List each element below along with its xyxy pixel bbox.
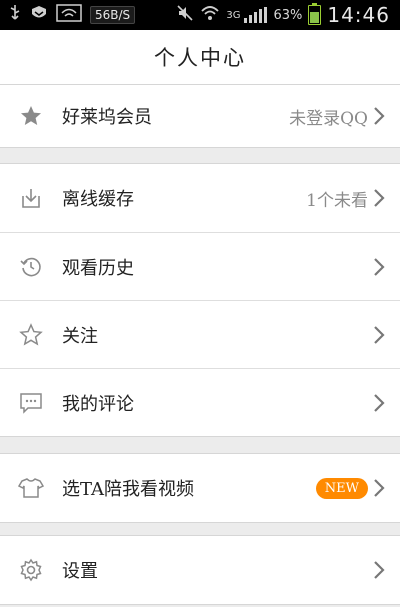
status-bar: 56B/S 3G 63% 14:46 (0, 0, 400, 30)
download-icon (18, 185, 44, 211)
star-outline-icon (18, 322, 44, 348)
settings-group: 设置 (0, 535, 400, 605)
gear-icon (18, 557, 44, 583)
row-label: 设置 (62, 561, 98, 582)
comment-icon (18, 390, 44, 416)
login-status: 未登录QQ (289, 108, 368, 129)
row-label: 好莱坞会员 (62, 107, 152, 128)
row-label: 关注 (62, 325, 98, 347)
row-offline-cache[interactable]: 离线缓存 1个未看 (0, 164, 400, 232)
page-title: 个人中心 (154, 46, 246, 70)
row-settings[interactable]: 设置 (0, 536, 400, 604)
row-label: 离线缓存 (62, 189, 134, 210)
battery-percent: 63% (273, 7, 303, 23)
shield-icon (30, 4, 48, 26)
chevron-right-icon (374, 325, 385, 344)
chevron-right-icon (374, 107, 385, 125)
chevron-right-icon (374, 189, 385, 207)
clock: 14:46 (327, 3, 390, 27)
mute-icon (176, 4, 194, 26)
wifi-icon (200, 4, 220, 26)
row-label: 我的评论 (62, 393, 134, 415)
network-type: 3G (226, 9, 241, 21)
history-icon (18, 254, 44, 280)
chevron-right-icon (374, 393, 385, 412)
wifi-box-icon (56, 4, 82, 26)
membership-group: 好莱坞会员 未登录QQ (0, 84, 400, 148)
row-watch-history[interactable]: 观看历史 (0, 232, 400, 300)
battery-icon (308, 3, 322, 25)
row-hollywood-member[interactable]: 好莱坞会员 未登录QQ (0, 85, 400, 147)
new-badge: NEW (315, 477, 368, 499)
signal-icon (244, 7, 268, 23)
chevron-right-icon (374, 257, 385, 276)
usb-icon (8, 4, 22, 26)
media-group: 离线缓存 1个未看 观看历史 关注 我的评论 (0, 163, 400, 437)
net-speed: 56B/S (90, 6, 136, 24)
page-header: 个人中心 (0, 30, 400, 87)
unwatched-count: 1个未看 (306, 190, 368, 211)
companion-group: 选TA陪我看视频 NEW (0, 453, 400, 523)
chevron-right-icon (374, 479, 385, 497)
chevron-right-icon (374, 561, 385, 579)
row-pick-companion[interactable]: 选TA陪我看视频 NEW (0, 454, 400, 522)
star-icon (18, 103, 44, 129)
row-my-comments[interactable]: 我的评论 (0, 368, 400, 436)
row-follow[interactable]: 关注 (0, 300, 400, 368)
row-label: 选TA陪我看视频 (62, 479, 195, 500)
row-label: 观看历史 (62, 257, 134, 279)
tshirt-icon (18, 475, 44, 501)
